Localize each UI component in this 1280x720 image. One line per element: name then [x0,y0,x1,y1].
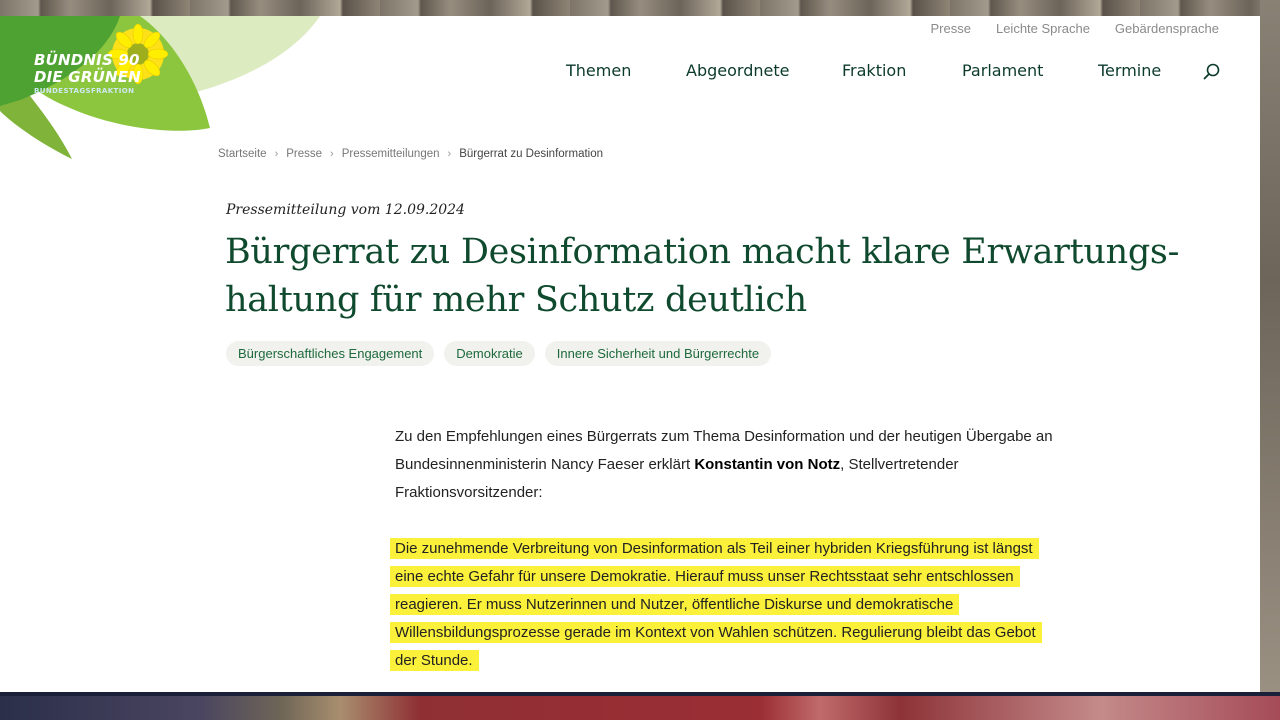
search-button[interactable] [1202,62,1222,82]
service-link-leichte-sprache[interactable]: Leichte Sprache [996,21,1090,36]
tag-list: Bürgerschaftliches Engagement Demokratie… [226,341,772,366]
highlighted-quote-text: Die zunehmende Verbreitung von Desinform… [390,538,1042,671]
breadcrumb-separator-icon: › [274,148,279,160]
logo-line-3: BUNDESTAGSFRAKTION [34,87,135,95]
breadcrumb-separator-icon: › [447,148,452,160]
nav-item-parlament[interactable]: Parlament [962,61,1043,80]
breadcrumb: Startseite › Presse › Pressemitteilungen… [218,148,603,160]
webpage: BÜNDNIS 90 DIE GRÜNEN BUNDESTAGSFRAKTION… [0,16,1260,692]
breadcrumb-item-pressemitteilungen[interactable]: Pressemitteilungen [342,148,440,160]
logo-line-1: BÜNDNIS 90 [34,51,140,69]
background-wall-right [1260,0,1280,700]
nav-item-fraktion[interactable]: Fraktion [842,61,906,80]
breadcrumb-separator-icon: › [330,148,334,160]
search-icon [1203,63,1220,80]
page-title: Bürgerrat zu Desinformation macht klare … [225,232,1180,320]
breadcrumb-item-current: Bürgerrat zu Desinformation [459,148,604,160]
nav-item-themen[interactable]: Themen [566,61,631,80]
nav-item-abgeordnete[interactable]: Abgeordnete [686,61,789,80]
tag-demokratie[interactable]: Demokratie [444,341,535,366]
logo-line-2: DIE GRÜNEN [34,68,141,86]
background-wall-bottom [0,692,1280,720]
article-kicker: Pressemitteilung vom 12.09.2024 [226,202,465,218]
tag-innere-sicherheit[interactable]: Innere Sicherheit und Bürgerrechte [544,341,772,366]
speaker-name: Konstantin von Notz [694,456,841,473]
background-wall-top [0,0,1280,16]
article-lead: Zu den Empfehlungen eines Bürgerrats zum… [395,423,1055,507]
article-quote: Die zunehmende Verbreitung von Desinform… [390,535,1055,675]
breadcrumb-item-presse[interactable]: Presse [286,148,322,160]
logo[interactable]: BÜNDNIS 90 DIE GRÜNEN BUNDESTAGSFRAKTION [0,16,320,166]
service-link-presse[interactable]: Presse [931,21,971,36]
service-link-gebaerdensprache[interactable]: Gebärdensprache [1115,21,1219,36]
service-navigation: Presse Leichte Sprache Gebärdensprache [906,21,1220,36]
nav-item-termine[interactable]: Termine [1098,61,1161,80]
tag-buergerschaftliches-engagement[interactable]: Bürgerschaftliches Engagement [226,341,435,366]
breadcrumb-item-startseite[interactable]: Startseite [218,148,267,160]
